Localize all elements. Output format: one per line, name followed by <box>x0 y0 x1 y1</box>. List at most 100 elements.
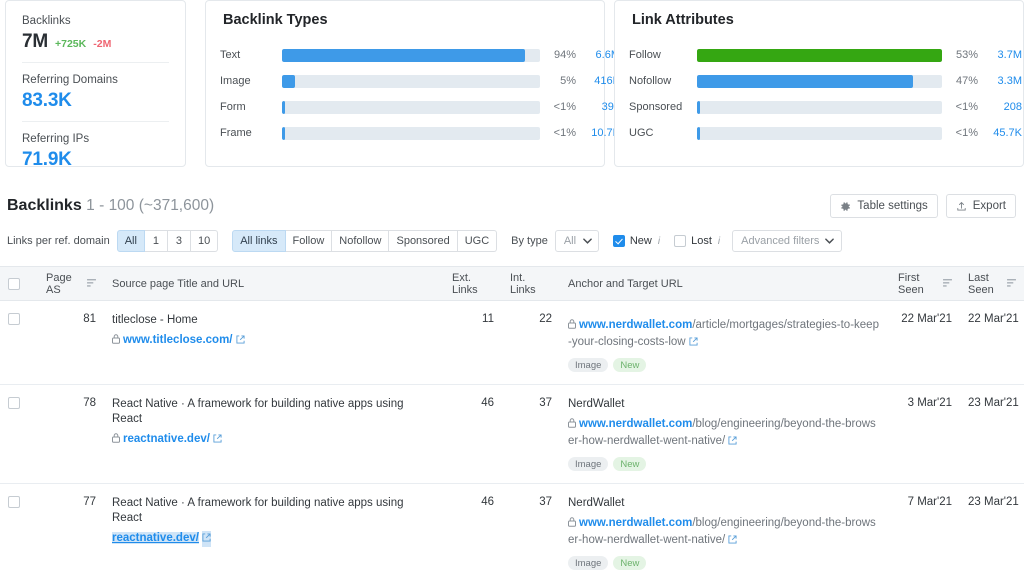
row-checkbox[interactable] <box>8 397 20 409</box>
link-type-option-all-links[interactable]: All links <box>232 230 285 252</box>
table-row[interactable]: 81titleclose - Homewww.titleclose.com/11… <box>0 301 1024 385</box>
table-row[interactable]: 78React Native · A framework for buildin… <box>0 385 1024 484</box>
links-per-domain-option-all[interactable]: All <box>117 230 145 252</box>
link-attributes-card: Link Attributes Follow53%3.7MNofollow47%… <box>614 0 1024 167</box>
column-last-seen[interactable]: Last Seen <box>960 267 1024 301</box>
external-link-icon[interactable] <box>728 434 737 450</box>
source-page-url: reactnative.dev/ <box>112 431 436 448</box>
bar-percent-label: <1% <box>942 127 978 139</box>
link-type-segmented[interactable]: All linksFollowNofollowSponsoredUGC <box>232 230 497 252</box>
link-type-option-nofollow[interactable]: Nofollow <box>332 230 389 252</box>
bar-track <box>697 75 942 88</box>
bar-fill <box>282 49 525 62</box>
links-per-domain-segmented[interactable]: All1310 <box>117 230 218 252</box>
bar-fill <box>282 127 285 140</box>
int-links-cell: 22 <box>502 301 560 385</box>
bar-percent-label: <1% <box>540 127 576 139</box>
links-per-domain-option-3[interactable]: 3 <box>168 230 191 252</box>
bar-track <box>282 49 540 62</box>
bar-count-label[interactable]: 3.3M <box>978 75 1022 87</box>
bar-row: Form<1%396 <box>220 94 588 120</box>
row-badges: ImageNew <box>568 457 882 471</box>
badge-new: New <box>613 358 646 372</box>
badge-image: Image <box>568 556 608 570</box>
lost-filter-checkbox[interactable]: Lost i <box>674 235 720 247</box>
new-filter-checkbox[interactable]: New i <box>613 235 660 247</box>
advanced-filters-label: Advanced filters <box>741 235 819 247</box>
bar-track <box>697 49 942 62</box>
page-as-cell: 81 <box>38 301 104 385</box>
bar-track <box>697 101 942 114</box>
bar-row: Nofollow47%3.3M <box>629 68 1007 94</box>
lock-icon <box>568 318 576 334</box>
bar-count-label[interactable]: 208 <box>978 101 1022 113</box>
stat-value[interactable]: 83.3K <box>22 90 72 112</box>
target-url-host: www.nerdwallet.com <box>579 319 692 331</box>
external-link-icon[interactable] <box>728 533 737 549</box>
anchor-target-cell: www.nerdwallet.com/article/mortgages/str… <box>560 301 890 385</box>
external-link-icon[interactable] <box>213 432 222 448</box>
bar-fill <box>697 49 942 62</box>
stat-referring-ips: Referring IPs 71.9K <box>22 121 169 171</box>
bar-fill <box>697 75 913 88</box>
bar-category-label: Nofollow <box>629 75 697 87</box>
source-page-url: reactnative.dev/ <box>112 530 436 547</box>
stat-value[interactable]: 71.9K <box>22 149 72 171</box>
row-checkbox[interactable] <box>8 313 20 325</box>
bar-row: Sponsored<1%208 <box>629 94 1007 120</box>
bar-row: Text94%6.6M <box>220 42 588 68</box>
stat-backlinks: Backlinks 7M +725K -2M <box>22 11 169 53</box>
column-label: Ext. Links <box>452 272 478 296</box>
external-link-icon[interactable] <box>202 531 211 547</box>
link-type-option-sponsored[interactable]: Sponsored <box>389 230 457 252</box>
lock-icon <box>568 516 576 532</box>
column-label: Anchor and Target URL <box>568 278 683 290</box>
source-url-link[interactable]: reactnative.dev/ <box>112 532 199 544</box>
table-row[interactable]: 77 React Native · A framework for buildin… <box>0 484 1024 578</box>
badge-new: New <box>613 556 646 570</box>
external-link-icon[interactable] <box>689 335 698 351</box>
table-settings-button[interactable]: Table settings <box>830 194 937 218</box>
column-int-links: Int. Links <box>502 267 560 301</box>
target-url-host: www.nerdwallet.com <box>579 517 692 529</box>
column-label: First Seen <box>898 272 939 296</box>
source-page-title: React Native · A framework for building … <box>112 496 436 526</box>
links-per-domain-option-10[interactable]: 10 <box>191 230 218 252</box>
target-url-link[interactable]: www.nerdwallet.com/blog/engineering/beyo… <box>568 517 876 546</box>
source-url-link[interactable]: www.titleclose.com/ <box>123 334 233 346</box>
bar-fill <box>282 75 295 88</box>
bar-count-label[interactable]: 45.7K <box>978 127 1022 139</box>
links-per-domain-label: Links per ref. domain <box>7 235 110 247</box>
info-icon[interactable]: i <box>718 236 720 247</box>
select-all-checkbox[interactable] <box>8 278 20 290</box>
column-page-as[interactable]: Page AS <box>38 267 104 301</box>
column-first-seen[interactable]: First Seen <box>890 267 960 301</box>
row-checkbox[interactable] <box>8 496 20 508</box>
advanced-filters-select[interactable]: Advanced filters <box>732 230 842 252</box>
column-label: Last Seen <box>968 272 1003 296</box>
links-per-domain-option-1[interactable]: 1 <box>145 230 168 252</box>
badge-new: New <box>613 457 646 471</box>
target-page-url: www.nerdwallet.com/blog/engineering/beyo… <box>568 416 882 450</box>
first-seen-cell: 22 Mar'21 <box>890 301 960 385</box>
ext-links-cell: 11 <box>444 301 502 385</box>
link-type-option-ugc[interactable]: UGC <box>458 230 497 252</box>
target-url-link[interactable]: www.nerdwallet.com/article/mortgages/str… <box>568 319 879 348</box>
target-url-host: www.nerdwallet.com <box>579 418 692 430</box>
source-page-cell: React Native · A framework for building … <box>104 484 444 578</box>
source-url-link[interactable]: reactnative.dev/ <box>123 433 210 445</box>
table-settings-label: Table settings <box>857 200 927 212</box>
external-link-icon[interactable] <box>236 333 245 349</box>
page-as-cell: 77 <box>38 484 104 578</box>
filter-bar: Links per ref. domain All1310 All linksF… <box>0 218 1024 252</box>
link-type-option-follow[interactable]: Follow <box>286 230 333 252</box>
checkbox-box <box>613 235 625 247</box>
bar-count-label[interactable]: 3.7M <box>978 49 1022 61</box>
target-url-link[interactable]: www.nerdwallet.com/blog/engineering/beyo… <box>568 418 876 447</box>
info-icon[interactable]: i <box>658 236 660 247</box>
export-button[interactable]: Export <box>946 194 1016 218</box>
anchor-text: NerdWallet <box>568 397 882 412</box>
stat-label: Referring IPs <box>22 131 169 147</box>
by-type-select[interactable]: All <box>555 230 599 252</box>
column-label: Int. Links <box>510 272 536 296</box>
